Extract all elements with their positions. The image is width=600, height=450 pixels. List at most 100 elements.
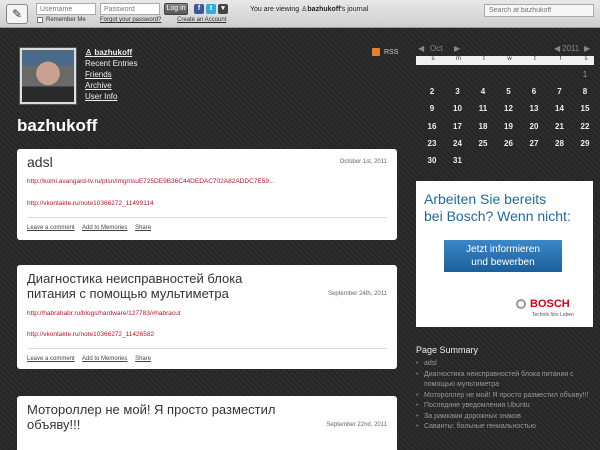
post-title[interactable]: Диагностика неисправностей блока питания… (27, 271, 242, 301)
summary-item[interactable]: Саванты: больные гениальностью (416, 422, 596, 433)
calendar-day[interactable]: 14 (550, 104, 570, 113)
page-summary-title: Page Summary (416, 345, 479, 355)
top-bar: ✎ Log in f t ▾ Remember Me Forgot your p… (0, 0, 600, 28)
calendar-day[interactable]: 4 (473, 87, 493, 96)
avatar[interactable] (19, 47, 77, 105)
calendar-day[interactable]: 16 (422, 122, 442, 131)
share-link[interactable]: Share (135, 225, 151, 231)
calendar-day[interactable]: 12 (499, 104, 519, 113)
calendar-day[interactable]: 9 (422, 104, 442, 113)
summary-item[interactable]: За рамками дорожных знаков (416, 412, 596, 423)
calendar-day[interactable]: 23 (422, 139, 442, 148)
profile-username-link[interactable]: ♙ bazhukoff (85, 47, 137, 58)
calendar-day[interactable]: 15 (575, 104, 595, 113)
leave-comment-link[interactable]: Leave a comment (27, 356, 75, 362)
ad-headline-line: bei Bosch? Wenn nicht: (424, 208, 571, 224)
ad-button-line: Jetzt informieren (466, 244, 540, 255)
share-link[interactable]: Share (135, 356, 151, 362)
post-title[interactable]: Мотороллер не мой! Я просто разместил об… (27, 402, 275, 432)
recent-entries-link[interactable]: Recent Entries (85, 58, 137, 69)
user-info-link[interactable]: User Info (85, 91, 137, 102)
livejournal-logo-icon[interactable]: ✎ (6, 4, 28, 24)
calendar-weekday: m (456, 56, 461, 62)
calendar-weekday: w (507, 56, 512, 62)
post-title[interactable]: adsl (27, 155, 53, 170)
password-input[interactable] (100, 3, 160, 15)
calendar-month: Oct (430, 44, 443, 53)
next-year-icon[interactable]: ▶ (584, 44, 590, 53)
calendar-day[interactable]: 8 (575, 87, 595, 96)
ad-headline-line: Arbeiten Sie bereits (424, 191, 547, 207)
summary-item[interactable]: Диагностика неисправностей блока питания… (416, 370, 596, 391)
calendar-day[interactable]: 17 (448, 122, 468, 131)
calendar-year: 2011 (562, 44, 580, 53)
add-to-memories-link[interactable]: Add to Memories (82, 225, 127, 231)
post-date: September 24th, 2011 (328, 291, 387, 297)
username-input[interactable] (36, 3, 96, 15)
rss-link[interactable]: RSS (372, 48, 398, 56)
journal-title: bazhukoff (17, 116, 98, 135)
viewing-prefix: You are viewing (250, 6, 300, 13)
calendar-day[interactable]: 26 (499, 139, 519, 148)
calendar-day[interactable]: 7 (550, 87, 570, 96)
summary-item[interactable]: Последние уведомления Ubuntu (416, 401, 596, 412)
avatar-image (22, 50, 74, 102)
profile-username-text: bazhukoff (94, 48, 133, 57)
calendar-day[interactable]: 2 (422, 87, 442, 96)
bosch-advertisement[interactable]: Arbeiten Sie bereits bei Bosch? Wenn nic… (416, 181, 593, 327)
calendar-day[interactable]: 30 (422, 156, 442, 165)
prev-month-icon[interactable]: ◀ (418, 44, 424, 53)
ad-apply-button[interactable]: Jetzt informieren und bewerben (444, 240, 562, 272)
twitter-icon[interactable]: t (206, 4, 216, 14)
post-card: Диагностика неисправностей блока питания… (17, 265, 397, 369)
rss-label: RSS (384, 48, 399, 56)
calendar-day[interactable]: 20 (524, 122, 544, 131)
remember-me-checkbox[interactable] (37, 17, 43, 23)
post-card: Мотороллер не мой! Я просто разместил об… (17, 396, 397, 450)
post-actions: Leave a comment Add to Memories Share (27, 356, 157, 362)
calendar-day[interactable]: 29 (575, 139, 595, 148)
next-month-icon[interactable]: ▶ (454, 44, 460, 53)
dropdown-icon[interactable]: ▾ (218, 4, 228, 14)
forgot-password-link[interactable]: Forgot your password? (100, 17, 161, 23)
summary-item[interactable]: adsl (416, 359, 596, 370)
post-link[interactable]: http://habrahabr.ru/blogs/hardware/12778… (27, 310, 181, 317)
calendar-day[interactable]: 19 (499, 122, 519, 131)
login-button[interactable]: Log in (164, 3, 188, 15)
search-input[interactable] (484, 4, 594, 17)
calendar-day[interactable]: 31 (448, 156, 468, 165)
divider (27, 348, 387, 349)
calendar-day[interactable]: 5 (499, 87, 519, 96)
calendar-day[interactable]: 25 (473, 139, 493, 148)
calendar-day[interactable]: 22 (575, 122, 595, 131)
friends-link[interactable]: Friends (85, 69, 137, 80)
calendar-day[interactable]: 10 (448, 104, 468, 113)
facebook-icon[interactable]: f (194, 4, 204, 14)
post-link[interactable]: http://vkontakte.ru/note10366272_1149911… (27, 200, 154, 207)
prev-year-icon[interactable]: ◀ (554, 44, 560, 53)
archive-link[interactable]: Archive (85, 80, 137, 91)
post-link[interactable]: http://komi.avangard-tv.ru/ptsn/img/risu… (27, 178, 274, 185)
post-title-line: Мотороллер не мой! Я просто разместил (27, 402, 276, 417)
create-account-link[interactable]: Create an Account (177, 17, 226, 23)
calendar-day[interactable]: 28 (550, 139, 570, 148)
summary-item[interactable]: Мотороллер не мой! Я просто разместил об… (416, 391, 596, 402)
add-to-memories-link[interactable]: Add to Memories (82, 356, 127, 362)
bosch-logo-icon (516, 299, 526, 309)
calendar-day[interactable]: 1 (575, 70, 595, 79)
post-link[interactable]: http://vkontakte.ru/note10366272_1142658… (27, 331, 154, 338)
calendar-day[interactable]: 24 (448, 139, 468, 148)
post-title-line: питания с помощью мультиметра (27, 286, 229, 301)
calendar-day[interactable]: 13 (524, 104, 544, 113)
leave-comment-link[interactable]: Leave a comment (27, 225, 75, 231)
calendar-day[interactable]: 21 (550, 122, 570, 131)
post-date: October 1st, 2011 (339, 159, 387, 165)
calendar-day[interactable]: 18 (473, 122, 493, 131)
post-actions: Leave a comment Add to Memories Share (27, 225, 157, 231)
viewing-user-link[interactable]: bazhukoff (307, 6, 340, 13)
calendar-day[interactable]: 27 (524, 139, 544, 148)
calendar-day[interactable]: 3 (448, 87, 468, 96)
viewing-notice: You are viewing ♙bazhukoff's journal (250, 5, 368, 13)
calendar-day[interactable]: 6 (524, 87, 544, 96)
calendar-day[interactable]: 11 (473, 104, 493, 113)
